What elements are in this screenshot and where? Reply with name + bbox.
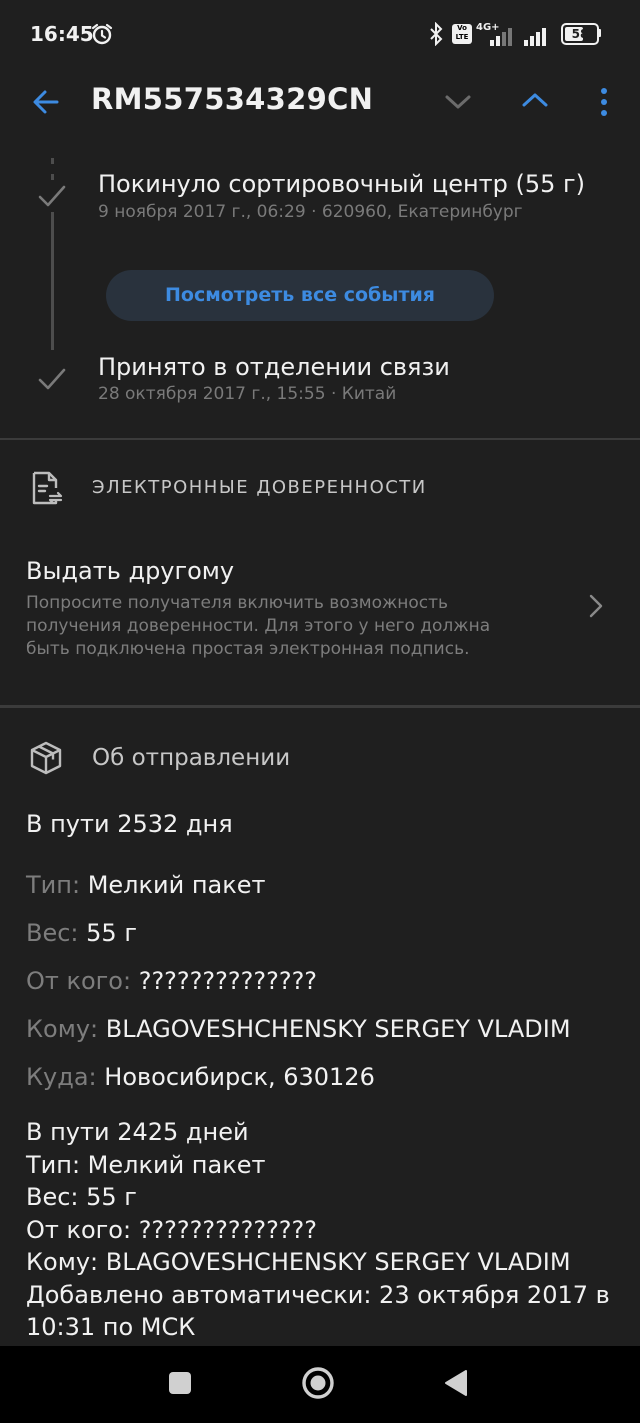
- give-proxy-item[interactable]: Выдать другому Попросите получателя вклю…: [0, 540, 640, 680]
- event-subtitle: 9 ноября 2017 г., 06:29 · 620960, Екатер…: [98, 202, 523, 222]
- recent-apps-icon[interactable]: [169, 1372, 191, 1394]
- view-all-events-button[interactable]: Посмотреть все события: [106, 270, 494, 321]
- divider: [0, 705, 640, 708]
- status-time: 16:45: [30, 22, 94, 46]
- page-title: RM557534329CN: [91, 82, 374, 116]
- field-type: Тип: Мелкий пакет: [26, 871, 266, 899]
- give-proxy-title: Выдать другому: [26, 557, 235, 585]
- event-title: Принято в отделении связи: [98, 353, 450, 381]
- signal-icon-1: [490, 28, 512, 46]
- section-heading: ЭЛЕКТРОННЫЕ ДОВЕРЕННОСТИ: [92, 477, 427, 498]
- field-sender: От кого: ??????????????: [26, 967, 318, 995]
- document-proxy-icon: [32, 471, 63, 505]
- back-arrow-icon[interactable]: [31, 87, 61, 117]
- system-nav-bar: [0, 1346, 640, 1423]
- volte-icon: Vo LTE: [452, 24, 472, 44]
- in-transit-days: В пути 2532 дня: [26, 810, 233, 838]
- status-bar: 16:45 Vo LTE 4G+ 58: [0, 0, 640, 68]
- give-proxy-description: Попросите получателя включить возможност…: [26, 593, 491, 659]
- chevron-down-icon[interactable]: [444, 92, 472, 112]
- event-check-icon: [36, 363, 68, 395]
- event-subtitle: 28 октября 2017 г., 15:55 · Китай: [98, 384, 397, 404]
- field-weight: Вес: 55 г: [26, 919, 137, 947]
- bluetooth-icon: [430, 22, 443, 46]
- battery-level: 58: [571, 27, 589, 41]
- divider: [0, 438, 640, 440]
- alarm-icon: [91, 23, 113, 45]
- battery-icon: 58: [561, 23, 599, 45]
- battery-tip: [598, 29, 601, 37]
- signal-icon-2: [524, 28, 546, 46]
- home-icon[interactable]: [300, 1365, 336, 1401]
- field-recipient: Кому: BLAGOVESHCHENSKY SERGEY VLADIM: [26, 1015, 571, 1043]
- event-check-icon: [36, 180, 68, 212]
- more-vertical-icon[interactable]: [596, 86, 612, 118]
- package-icon: [30, 741, 62, 775]
- chevron-right-icon: [589, 594, 603, 618]
- chevron-up-icon[interactable]: [521, 90, 549, 110]
- event-title: Покинуло сортировочный центр (55 г): [98, 170, 585, 198]
- shipment-heading: Об отправлении: [92, 745, 291, 771]
- field-destination: Куда: Новосибирск, 630126: [26, 1063, 375, 1091]
- shipment-note: В пути 2425 дней Тип: Мелкий пакет Вес: …: [26, 1118, 610, 1341]
- back-triangle-icon[interactable]: [443, 1369, 469, 1397]
